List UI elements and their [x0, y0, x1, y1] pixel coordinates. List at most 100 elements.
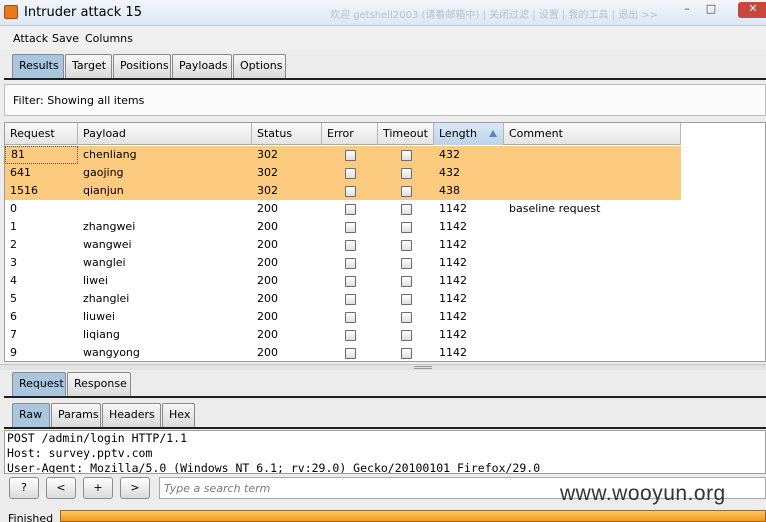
view-tab-bar: Raw Params Headers Hex [12, 403, 196, 427]
request-cell: 2 [10, 238, 17, 251]
comment-cell [504, 164, 681, 182]
status-cell: 200 [257, 202, 278, 215]
menu-attack[interactable]: Attack [13, 32, 48, 45]
timeout-checkbox [401, 240, 412, 251]
table-row[interactable]: 5 zhanglei 200 1142 [5, 290, 681, 308]
request-editor[interactable]: POST /admin/login HTTP/1.1 Host: survey.… [4, 430, 766, 474]
splitter-grip-icon[interactable] [414, 366, 432, 369]
status-cell: 200 [257, 310, 278, 323]
help-button[interactable]: ? [9, 477, 39, 499]
tab-positions[interactable]: Positions [113, 54, 171, 78]
request-cell: 641 [10, 166, 31, 179]
column-error[interactable]: Error [322, 123, 378, 145]
payload-cell: chenliang [83, 148, 137, 161]
payload-cell: zhangwei [83, 220, 136, 233]
request-cell: 1 [10, 220, 17, 233]
timeout-checkbox [401, 204, 412, 215]
comment-cell [504, 326, 681, 344]
comment-cell: baseline request [509, 202, 601, 215]
menu-save[interactable]: Save [52, 32, 79, 45]
table-row[interactable]: 81 chenliang 302 432 [5, 146, 681, 164]
payload-cell: wanglei [83, 256, 126, 269]
view-tab-underline [4, 427, 766, 429]
next-match-button[interactable]: > [120, 477, 150, 499]
request-cell: 5 [10, 292, 17, 305]
payload-cell: liqiang [83, 328, 120, 341]
table-row[interactable]: 9 wangyong 200 1142 [5, 344, 681, 361]
request-cell: 3 [10, 256, 17, 269]
tab-payloads[interactable]: Payloads [172, 54, 232, 78]
table-header: Request Payload Status Error Timeout Len… [5, 123, 681, 145]
payload-cell: liuwei [83, 310, 115, 323]
column-length-label: Length [439, 127, 477, 140]
table-row[interactable]: 0 200 1142 baseline request [5, 200, 681, 218]
status-cell: 302 [257, 148, 278, 161]
status-cell: 302 [257, 184, 278, 197]
table-row[interactable]: 2 wangwei 200 1142 [5, 236, 681, 254]
add-search-button[interactable]: + [83, 477, 113, 499]
table-row[interactable]: 3 wanglei 200 1142 [5, 254, 681, 272]
close-button[interactable]: ✕ [738, 2, 766, 18]
comment-cell [504, 236, 681, 254]
tab-options[interactable]: Options [233, 54, 286, 78]
tab-raw[interactable]: Raw [12, 403, 50, 427]
table-row[interactable]: 1516 qianjun 302 438 [5, 182, 681, 200]
title-bar: Intruder attack 15 欢迎 getshell2003 (请看邮箱… [0, 0, 766, 26]
status-cell: 200 [257, 256, 278, 269]
length-cell: 438 [439, 184, 460, 197]
payload-cell: wangwei [83, 238, 132, 251]
payload-cell: gaojing [83, 166, 124, 179]
comment-cell [504, 254, 681, 272]
payload-cell: liwei [83, 274, 108, 287]
length-cell: 1142 [439, 328, 467, 341]
background-window-text: 欢迎 getshell2003 (请看邮箱中) | 关闭过滤 | 设置 | 我的… [330, 10, 659, 21]
length-cell: 1142 [439, 346, 467, 359]
comment-cell [504, 272, 681, 290]
request-cell: 9 [10, 346, 17, 359]
column-comment[interactable]: Comment [504, 123, 681, 145]
table-row[interactable]: 1 zhangwei 200 1142 [5, 218, 681, 236]
error-checkbox [345, 222, 356, 233]
column-timeout[interactable]: Timeout [378, 123, 434, 145]
timeout-checkbox [401, 222, 412, 233]
table-row[interactable]: 7 liqiang 200 1142 [5, 326, 681, 344]
minimize-button[interactable]: – [676, 2, 698, 18]
column-length[interactable]: Length [434, 123, 504, 145]
menu-columns[interactable]: Columns [85, 32, 133, 45]
comment-cell [504, 218, 681, 236]
tab-params[interactable]: Params [51, 403, 101, 427]
length-cell: 1142 [439, 220, 467, 233]
comment-cell [504, 290, 681, 308]
status-cell: 200 [257, 274, 278, 287]
timeout-checkbox [401, 330, 412, 341]
tab-target[interactable]: Target [65, 54, 112, 78]
timeout-checkbox [401, 150, 412, 161]
tab-hex[interactable]: Hex [162, 403, 195, 427]
detail-tab-underline [4, 396, 766, 398]
column-payload[interactable]: Payload [78, 123, 252, 145]
timeout-checkbox [401, 276, 412, 287]
column-status[interactable]: Status [252, 123, 322, 145]
timeout-checkbox [401, 348, 412, 359]
request-cell: 1516 [10, 184, 38, 197]
table-row[interactable]: 641 gaojing 302 432 [5, 164, 681, 182]
error-checkbox [345, 204, 356, 215]
filter-bar[interactable]: Filter: Showing all items [4, 84, 766, 116]
tab-results[interactable]: Results [12, 54, 64, 78]
table-row[interactable]: 4 liwei 200 1142 [5, 272, 681, 290]
error-checkbox [345, 240, 356, 251]
previous-match-button[interactable]: < [46, 477, 76, 499]
tab-headers[interactable]: Headers [102, 403, 161, 427]
table-row[interactable]: 6 liuwei 200 1142 [5, 308, 681, 326]
detail-tab-bar: Request Response [12, 372, 132, 396]
error-checkbox [345, 330, 356, 341]
tab-request[interactable]: Request [12, 372, 66, 396]
maximize-button[interactable]: □ [700, 2, 722, 18]
column-request[interactable]: Request [5, 123, 78, 145]
comment-cell [504, 308, 681, 326]
tab-response[interactable]: Response [67, 372, 131, 396]
request-cell: 7 [10, 328, 17, 341]
timeout-checkbox [401, 258, 412, 269]
length-cell: 1142 [439, 292, 467, 305]
pane-splitter[interactable] [0, 364, 766, 370]
